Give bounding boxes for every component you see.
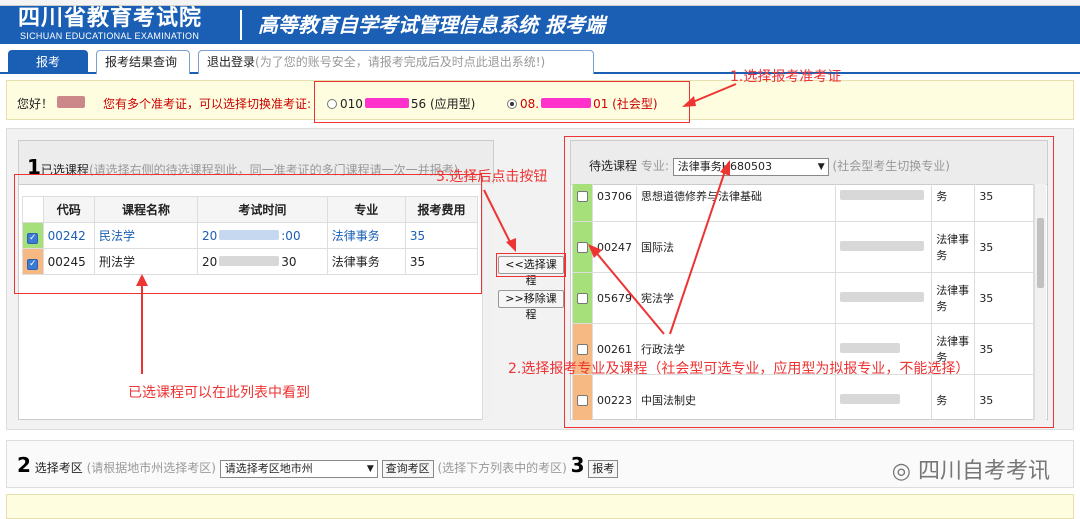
logout-hint: (为了您的账号安全，请报考完成后及时点此退出系统!) [255,55,546,69]
logout-label: 退出登录 [207,55,256,69]
watermark: ◎ 四川自考考讯 [891,459,1050,484]
site-logo-sub: SICHUAN EDUCATIONAL EXAMINATION [20,31,200,41]
greeting: 您好！ [17,95,86,112]
annotation-selected: 已选课程可以在此列表中看到 [128,385,310,401]
annotation-step1: 1.选择报考准考证 [730,69,842,85]
site-header: 四川省教育考试院 SICHUAN EDUCATIONAL EXAMINATION… [0,6,1080,44]
area-select[interactable]: 请选择考区地市州 ▼ [219,460,378,478]
tab-logout[interactable]: 退出登录(为了您的账号安全，请报考完成后及时点此退出系统!) [198,50,594,74]
arrow-step3 [483,189,516,252]
area-hint2: (选择下方列表中的考区) [437,461,567,475]
nav-tabs: 报考 报考结果查询 退出登录(为了您的账号安全，请报考完成后及时点此退出系统!) [0,44,1080,74]
annotation-step3: 3.选择后点击按钮 [436,169,548,185]
tab-register[interactable]: 报考 [8,50,88,74]
arrow-selected [136,274,148,374]
area-label: 选择考区 [34,461,83,475]
wechat-icon: ◎ [891,459,911,484]
multi-ticket-warning: 您有多个准考证，可以选择切换准考证: [103,97,312,111]
arrow-step1 [682,83,737,107]
step-num-2: 2 [17,453,31,477]
header-divider [240,10,242,40]
system-title: 高等教育自学考试管理信息系统 报考端 [258,13,605,37]
highlight-button [496,253,566,277]
arrow-step2 [588,160,730,335]
site-logo: 四川省教育考试院 [18,5,203,31]
area-hint: (请根据地市州选择考区) [86,461,216,475]
highlight-selected [14,174,482,294]
submit-button[interactable]: 报考 [588,460,619,478]
highlight-ticket [314,81,690,123]
query-area-button[interactable]: 查询考区 [381,460,434,478]
area-list [6,494,1074,519]
tab-result[interactable]: 报考结果查询 [96,50,190,74]
annotation-step2: 2.选择报考专业及课程（社会型可选专业，应用型为拟报专业，不能选择） [508,361,970,377]
chevron-down-icon: ▼ [366,464,374,474]
remove-course-button[interactable]: >>移除课程 [498,290,564,321]
step-num-3: 3 [570,453,585,477]
